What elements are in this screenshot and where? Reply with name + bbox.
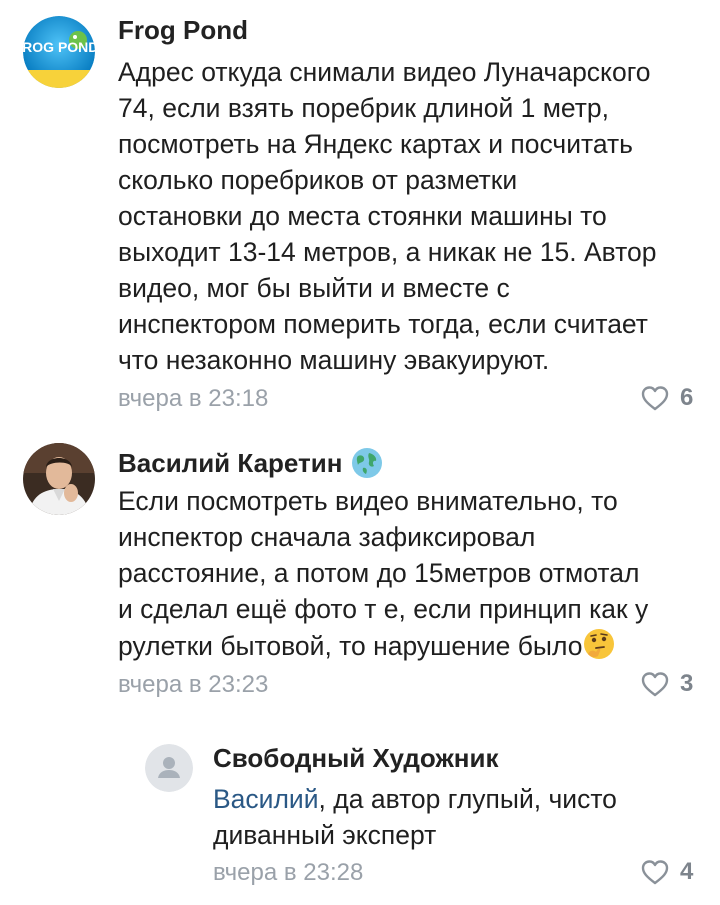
comment-time[interactable]: вчера в 23:18 xyxy=(118,385,268,413)
author-name[interactable]: Свободный Художник xyxy=(213,743,499,774)
heart-icon xyxy=(641,672,669,697)
thinking-face-icon xyxy=(582,627,616,661)
comment-text: Если посмотреть видео внимательно, то ин… xyxy=(118,486,649,661)
comment-text: Василий, да автор глупый, чисто диванный… xyxy=(213,784,617,850)
author-name[interactable]: Frog Pond xyxy=(118,15,248,46)
like-button[interactable]: 3 xyxy=(640,670,693,698)
svg-text:FROG POND: FROG POND xyxy=(23,39,95,55)
heart-icon xyxy=(641,860,669,885)
avatar-frog-pond[interactable]: FROG POND xyxy=(23,16,95,88)
like-count: 6 xyxy=(680,384,694,411)
like-count: 3 xyxy=(680,670,694,697)
like-button[interactable]: 4 xyxy=(640,858,693,886)
comment-time[interactable]: вчера в 23:28 xyxy=(213,859,363,887)
globe-icon xyxy=(350,446,384,480)
comment-time[interactable]: вчера в 23:23 xyxy=(118,671,268,699)
like-count: 4 xyxy=(680,858,694,885)
like-button[interactable]: 6 xyxy=(640,384,693,412)
avatar-placeholder[interactable] xyxy=(145,744,193,792)
author-name[interactable]: Василий Каретин xyxy=(118,446,384,480)
mention-link[interactable]: Василий xyxy=(213,784,319,814)
avatar-vasiliy[interactable] xyxy=(23,443,95,515)
comment-text: Адрес откуда снимали видео Луначарского … xyxy=(118,57,657,375)
heart-icon xyxy=(641,386,669,411)
